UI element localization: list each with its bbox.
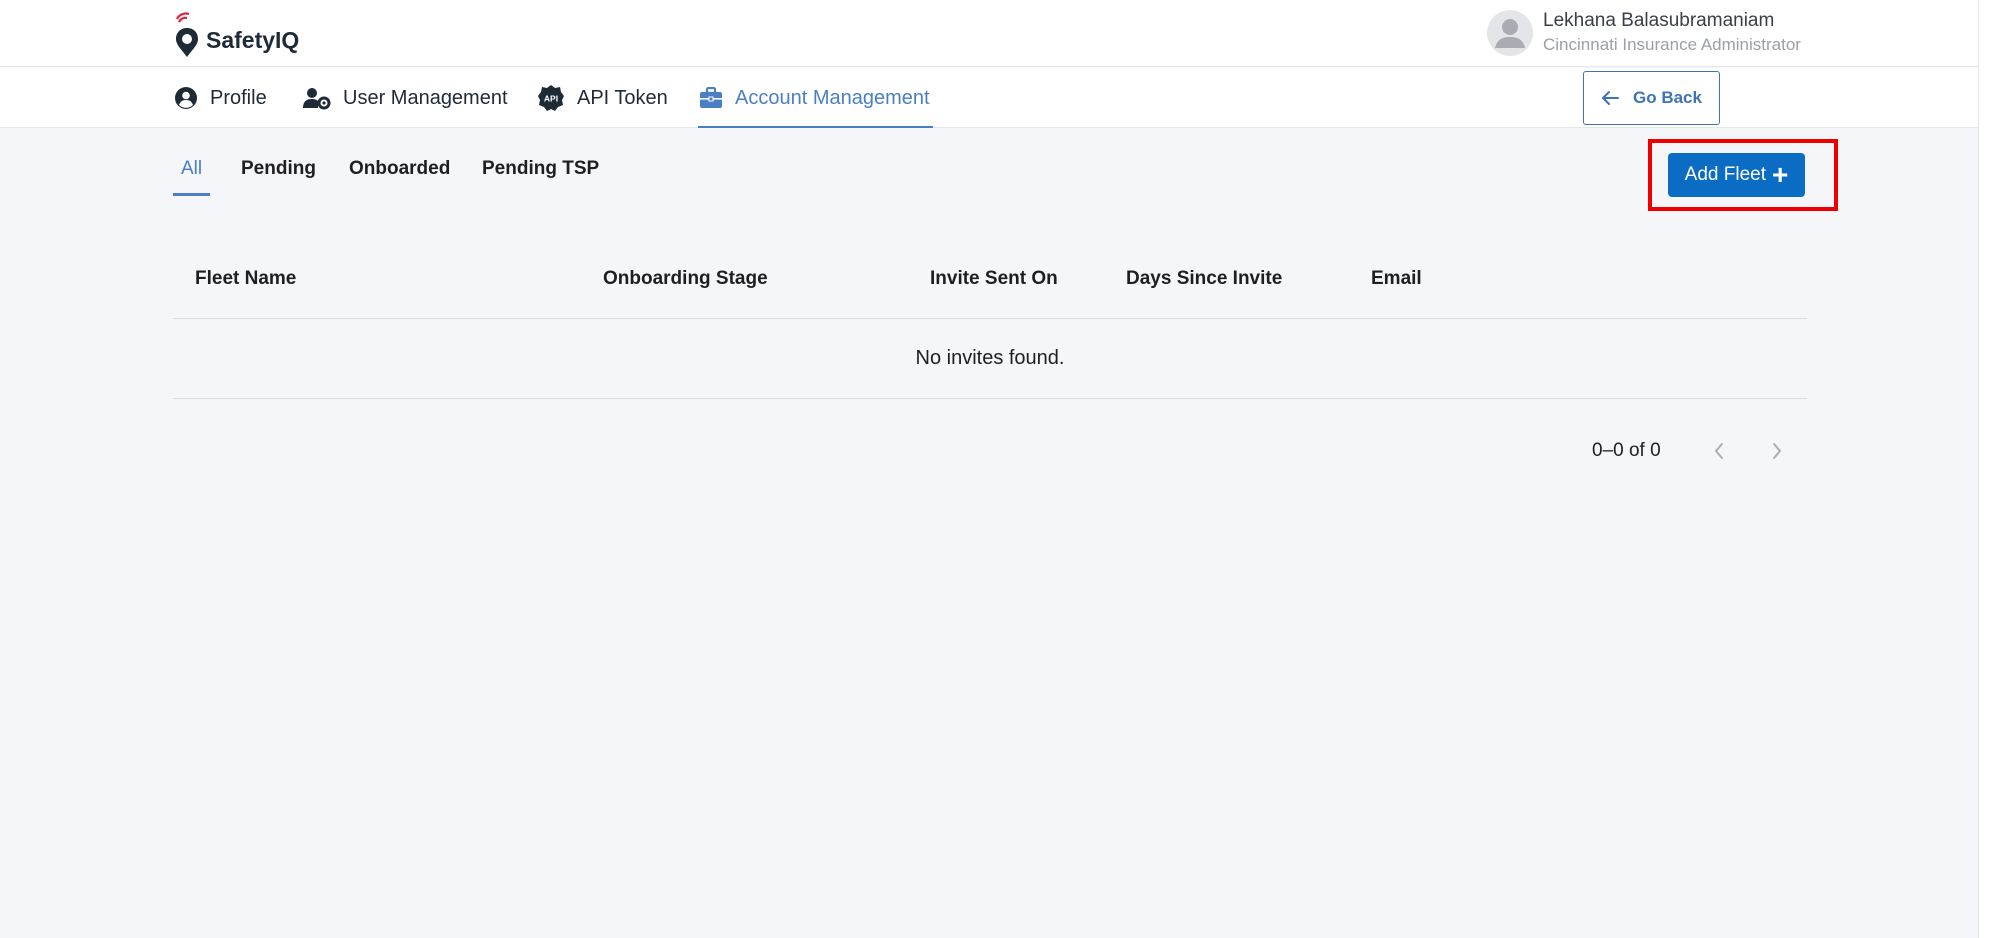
arrow-left-icon (1601, 90, 1619, 106)
top-header: SafetyIQ Lekhana Balasubramaniam Cincinn… (0, 0, 1978, 67)
chevron-right-icon (1772, 443, 1781, 459)
tab-profile-label: Profile (210, 86, 267, 109)
table-header: Fleet Name Onboarding Stage Invite Sent … (173, 250, 1807, 319)
column-onboarding-stage[interactable]: Onboarding Stage (603, 250, 768, 307)
user-circle-icon (173, 85, 199, 111)
tab-api-token[interactable]: API API Token (536, 68, 668, 128)
go-back-label: Go Back (1633, 88, 1702, 107)
go-back-button[interactable]: Go Back (1583, 71, 1720, 125)
avatar-icon (1487, 10, 1533, 56)
add-fleet-button[interactable]: Add Fleet + (1668, 153, 1805, 197)
user-gear-icon (302, 85, 332, 111)
subtab-all[interactable]: All (172, 158, 211, 196)
column-fleet-name[interactable]: Fleet Name (195, 250, 296, 307)
brand-name: SafetyIQ (206, 27, 300, 53)
chevron-left-icon (1714, 443, 1723, 459)
column-invite-sent-on[interactable]: Invite Sent On (930, 250, 1058, 307)
subtab-onboarded[interactable]: Onboarded (349, 158, 450, 196)
user-menu[interactable]: Lekhana Balasubramaniam Cincinnati Insur… (1487, 9, 1801, 57)
scrollbar-track[interactable] (1978, 0, 2000, 938)
add-fleet-label: Add Fleet (1684, 164, 1766, 185)
prev-page-button[interactable] (1704, 436, 1734, 466)
column-email[interactable]: Email (1371, 250, 1422, 307)
tab-user-management[interactable]: User Management (302, 68, 508, 128)
tab-api-token-label: API Token (577, 86, 668, 109)
tab-account-management-label: Account Management (735, 86, 930, 109)
tab-account-management[interactable]: Account Management (698, 68, 933, 128)
tab-profile[interactable]: Profile (173, 68, 267, 128)
subtab-pending-tsp[interactable]: Pending TSP (482, 158, 599, 196)
tab-user-management-label: User Management (343, 86, 508, 109)
fleet-table: Fleet Name Onboarding Stage Invite Sent … (173, 250, 1807, 399)
column-days-since-invite[interactable]: Days Since Invite (1126, 250, 1282, 307)
briefcase-icon (698, 85, 724, 111)
app-root: SafetyIQ Lekhana Balasubramaniam Cincinn… (0, 0, 1978, 938)
empty-state-row: No invites found. (173, 319, 1807, 399)
pagination: 0–0 of 0 (1592, 435, 1792, 467)
empty-message: No invites found. (915, 347, 1065, 369)
plus-icon: + (1771, 159, 1789, 190)
api-gear-icon: API (536, 85, 566, 111)
next-page-button[interactable] (1762, 436, 1792, 466)
user-role: Cincinnati Insurance Administrator (1543, 35, 1801, 54)
safetyiq-logo-icon (172, 10, 202, 58)
subtab-pending[interactable]: Pending (241, 158, 316, 196)
pagination-range: 0–0 of 0 (1592, 440, 1661, 461)
logo[interactable]: SafetyIQ (172, 10, 299, 58)
user-name: Lekhana Balasubramaniam (1543, 10, 1775, 31)
svg-text:API: API (544, 94, 558, 104)
